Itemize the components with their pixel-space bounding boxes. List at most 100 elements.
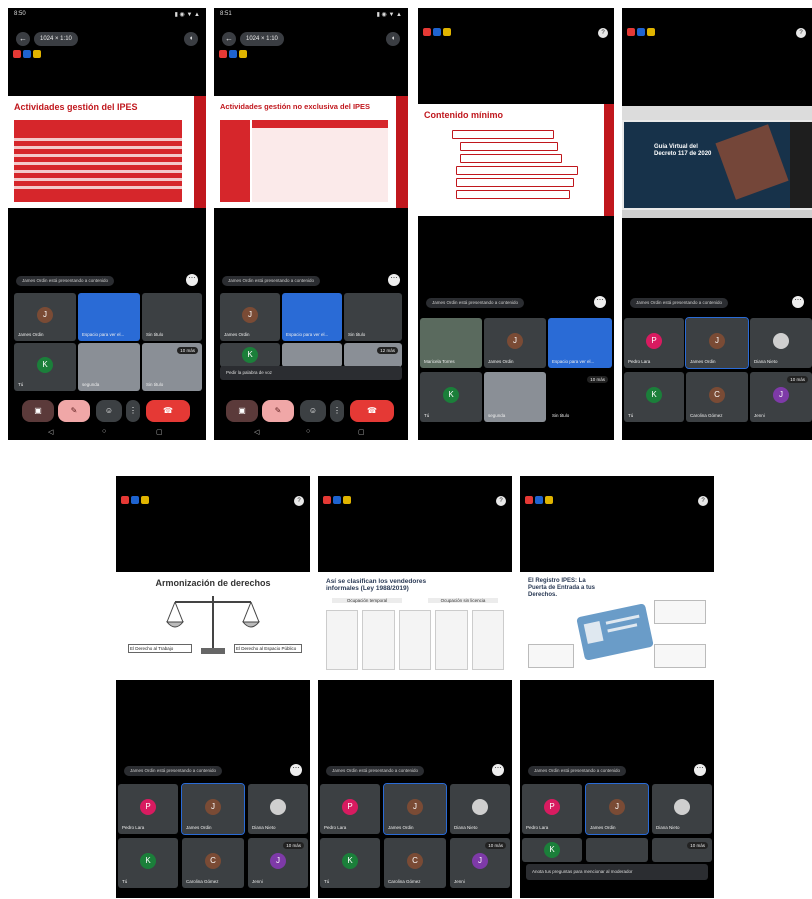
hand-raise-icon[interactable]: ☺ xyxy=(96,400,122,422)
back-arrow-icon[interactable]: ← xyxy=(222,32,236,46)
app-yellow-icon[interactable] xyxy=(141,496,149,504)
participant-tile[interactable]: segunda xyxy=(484,372,546,422)
app-blue-icon[interactable] xyxy=(333,496,341,504)
info-icon[interactable]: ? xyxy=(796,28,806,38)
participant-tile[interactable]: C Carolina Gómez xyxy=(384,838,446,888)
participant-tile[interactable]: K Tú xyxy=(14,343,76,391)
hand-raise-icon[interactable]: ☺ xyxy=(300,400,326,422)
participant-tile[interactable]: 10 más J Jenni xyxy=(248,838,308,888)
camera-off-icon[interactable]: ▣ xyxy=(226,400,258,422)
participant-tile[interactable]: Espacio para ver el... xyxy=(78,293,140,341)
participant-tile[interactable]: 10 más xyxy=(652,838,712,862)
more-participants-badge[interactable]: 12 más xyxy=(377,347,398,354)
app-red-icon[interactable] xyxy=(323,496,331,504)
app-blue-icon[interactable] xyxy=(535,496,543,504)
more-options-icon[interactable]: ⋯ xyxy=(492,764,504,776)
more-options-icon[interactable]: ⋯ xyxy=(388,274,400,286)
participant-tile[interactable]: J James Ordin xyxy=(383,783,447,835)
info-icon[interactable]: ? xyxy=(496,496,506,506)
participant-tile[interactable]: Espacio para ver el... xyxy=(548,318,612,368)
participant-tile[interactable]: 10 más J Jenni xyxy=(450,838,510,888)
participant-tile[interactable]: 10 más Sin titulo xyxy=(142,343,202,391)
more-vert-icon[interactable]: ⋮ xyxy=(330,400,344,422)
app-blue-icon[interactable] xyxy=(229,50,237,58)
more-options-icon[interactable]: ⋯ xyxy=(792,296,804,308)
app-blue-icon[interactable] xyxy=(23,50,31,58)
nav-back-icon[interactable]: ◁ xyxy=(254,428,259,436)
participant-tile[interactable]: C Carolina Gómez xyxy=(182,838,244,888)
participant-tile[interactable]: segunda xyxy=(78,343,140,391)
participant-tile[interactable]: 10 más J Jenni xyxy=(750,372,812,422)
participant-tile[interactable]: Diana Nieto xyxy=(248,784,308,834)
back-arrow-icon[interactable]: ← xyxy=(16,32,30,46)
participant-tile[interactable]: C Carolina Gómez xyxy=(686,372,748,422)
nav-back-icon[interactable]: ◁ xyxy=(48,428,53,436)
nav-home-icon[interactable]: ○ xyxy=(102,428,106,435)
app-red-icon[interactable] xyxy=(219,50,227,58)
participant-tile[interactable]: Diana Nieto xyxy=(450,784,510,834)
mic-off-icon[interactable]: ✎ xyxy=(58,400,90,422)
participant-tile[interactable]: K Tú xyxy=(420,372,482,422)
participant-tile[interactable]: K Tú xyxy=(320,838,380,888)
participant-tile[interactable]: P Pedro Lara xyxy=(624,318,684,368)
info-icon[interactable]: ? xyxy=(294,496,304,506)
camera-off-icon[interactable]: ▣ xyxy=(22,400,54,422)
app-red-icon[interactable] xyxy=(627,28,635,36)
app-red-icon[interactable] xyxy=(525,496,533,504)
call-info-pill[interactable]: 1024 × 1:10 xyxy=(34,32,78,46)
app-yellow-icon[interactable] xyxy=(343,496,351,504)
app-yellow-icon[interactable] xyxy=(545,496,553,504)
nav-recents-icon[interactable]: ▢ xyxy=(358,428,365,436)
participant-tile[interactable]: P Pedro Lara xyxy=(320,784,380,834)
participant-tile[interactable]: Maricela Torres xyxy=(420,318,482,368)
participant-tile[interactable]: Espacio para ver el... xyxy=(282,293,342,341)
end-call-icon[interactable]: ☎ xyxy=(350,400,394,422)
participant-tile[interactable]: J James Ordin xyxy=(484,318,546,368)
app-red-icon[interactable] xyxy=(13,50,21,58)
info-icon[interactable]: ? xyxy=(698,496,708,506)
more-options-icon[interactable]: ⋯ xyxy=(594,296,606,308)
participant-tile[interactable]: J James Ordin xyxy=(14,293,76,341)
more-options-icon[interactable]: ⋯ xyxy=(290,764,302,776)
participant-tile[interactable]: K Tú xyxy=(624,372,684,422)
app-blue-icon[interactable] xyxy=(131,496,139,504)
participant-tile[interactable]: J James Ordin xyxy=(685,317,749,369)
participant-tile[interactable]: P Pedro Lara xyxy=(118,784,178,834)
more-participants-badge[interactable]: 10 más xyxy=(587,376,608,383)
app-red-icon[interactable] xyxy=(423,28,431,36)
more-options-icon[interactable]: ⋯ xyxy=(186,274,198,286)
call-info-pill[interactable]: 1024 × 1:10 xyxy=(240,32,284,46)
more-options-icon[interactable]: ⋯ xyxy=(694,764,706,776)
participant-tile[interactable]: Sin titulo xyxy=(344,293,402,341)
nav-recents-icon[interactable]: ▢ xyxy=(156,428,163,436)
participant-tile[interactable]: J James Ordin xyxy=(181,783,245,835)
app-yellow-icon[interactable] xyxy=(647,28,655,36)
app-yellow-icon[interactable] xyxy=(33,50,41,58)
nav-home-icon[interactable]: ○ xyxy=(306,428,310,435)
app-yellow-icon[interactable] xyxy=(239,50,247,58)
participant-tile[interactable]: Diana Nieto xyxy=(652,784,712,834)
app-blue-icon[interactable] xyxy=(433,28,441,36)
participant-tile[interactable]: J James Ordin xyxy=(220,293,280,341)
app-yellow-icon[interactable] xyxy=(443,28,451,36)
end-call-icon[interactable]: ☎ xyxy=(146,400,190,422)
participant-tile[interactable] xyxy=(586,838,648,862)
more-participants-badge[interactable]: 10 más xyxy=(283,842,304,849)
speaker-icon[interactable]: ◖ xyxy=(184,32,198,46)
participant-tile[interactable]: Sin titulo xyxy=(142,293,202,341)
mic-off-icon[interactable]: ✎ xyxy=(262,400,294,422)
speaker-icon[interactable]: ◖ xyxy=(386,32,400,46)
participant-tile[interactable]: P Pedro Lara xyxy=(522,784,582,834)
more-participants-badge[interactable]: 10 más xyxy=(687,842,708,849)
app-blue-icon[interactable] xyxy=(637,28,645,36)
more-participants-badge[interactable]: 10 más xyxy=(485,842,506,849)
app-red-icon[interactable] xyxy=(121,496,129,504)
participant-tile[interactable]: K Tú xyxy=(118,838,178,888)
participant-tile[interactable]: J James Ordin xyxy=(585,783,649,835)
participant-tile[interactable]: K xyxy=(522,838,582,862)
info-icon[interactable]: ? xyxy=(598,28,608,38)
more-vert-icon[interactable]: ⋮ xyxy=(126,400,140,422)
participant-tile[interactable] xyxy=(282,343,342,367)
more-participants-badge[interactable]: 10 más xyxy=(787,376,808,383)
participant-tile[interactable]: K xyxy=(220,343,280,367)
